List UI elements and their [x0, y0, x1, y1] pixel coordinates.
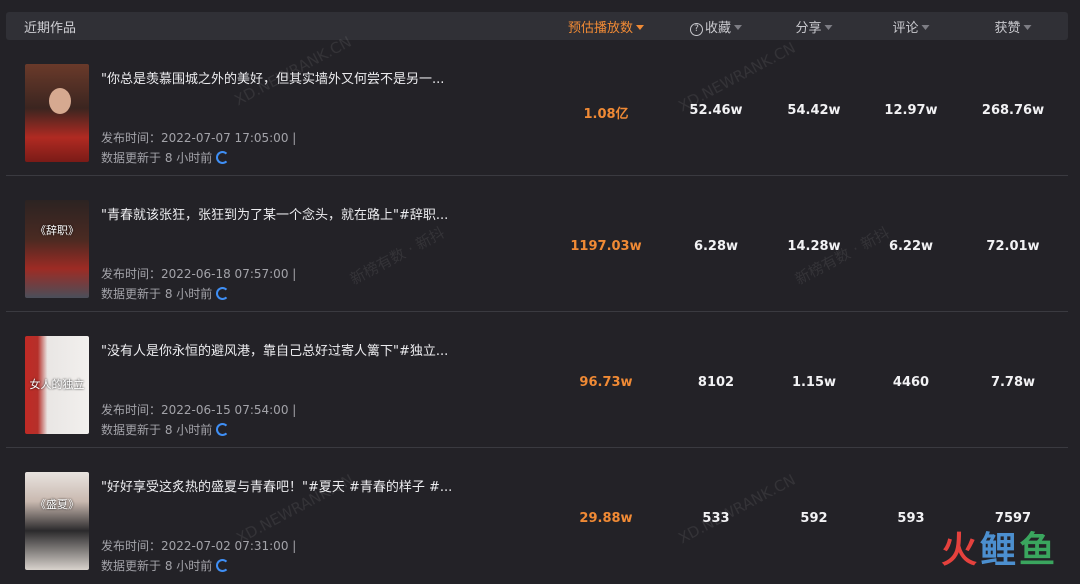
row-divider: [6, 447, 1068, 448]
caret-down-icon: [636, 25, 645, 30]
shares-value: 54.42w: [787, 103, 841, 118]
caret-down-icon: [734, 25, 743, 30]
table-row[interactable]: "你总是羡慕围城之外的美好，但其实墙外又何尝不是另一... 发布时间：2022-…: [6, 42, 1068, 176]
likes-value: 72.01w: [986, 239, 1040, 254]
update-status: 数据更新于 8 小时前: [101, 149, 230, 166]
update-status: 数据更新于 8 小时前: [101, 557, 230, 574]
plays-value: 1197.03w: [570, 239, 642, 254]
shares-value: 1.15w: [791, 375, 837, 390]
refresh-icon[interactable]: [216, 559, 230, 572]
refresh-icon[interactable]: [216, 287, 230, 300]
comments-value: 4460: [892, 375, 930, 390]
thumbnail-text: 《辞职》: [35, 224, 79, 237]
caret-down-icon: [824, 25, 833, 30]
plays-value: 1.08亿: [583, 107, 629, 122]
video-caption[interactable]: "青春就该张狂，张狂到为了某一个念头，就在路上"#辞职...: [101, 204, 448, 223]
video-thumbnail[interactable]: [25, 64, 89, 162]
refresh-icon[interactable]: [216, 423, 230, 436]
likes-value: 268.76w: [981, 103, 1045, 118]
publish-time: 发布时间：2022-06-18 07:57:00 |: [101, 267, 297, 281]
publish-time: 发布时间：2022-07-02 07:31:00 |: [101, 539, 297, 553]
table-row[interactable]: 女人的独立 "没有人是你永恒的避风港，靠自己总好过寄人篱下"#独立... 发布时…: [6, 314, 1068, 448]
likes-value: 7.78w: [990, 375, 1036, 390]
table-header: 近期作品 预估播放数 ? 收藏 分享 评论 获赞: [6, 12, 1068, 40]
comments-value: 6.22w: [888, 239, 934, 254]
shares-value: 592: [800, 511, 828, 526]
video-thumbnail[interactable]: 女人的独立: [25, 336, 89, 434]
sort-favorites-button[interactable]: ? 收藏: [689, 17, 743, 36]
thumbnail-text: 《盛夏》: [35, 498, 79, 511]
comments-value: 593: [897, 511, 925, 526]
thumbnail-face: [49, 88, 71, 114]
publish-time: 发布时间：2022-06-15 07:54:00 |: [101, 403, 297, 417]
sort-plays-button[interactable]: 预估播放数: [568, 17, 645, 36]
brand-logo: 火鲤鱼: [940, 530, 1058, 571]
video-thumbnail[interactable]: 《盛夏》: [25, 472, 89, 570]
row-divider: [6, 311, 1068, 312]
sort-shares-button[interactable]: 分享: [795, 17, 833, 36]
plays-value: 96.73w: [579, 375, 633, 390]
table-row[interactable]: 《辞职》 "青春就该张狂，张狂到为了某一个念头，就在路上"#辞职... 发布时间…: [6, 178, 1068, 312]
video-thumbnail[interactable]: 《辞职》: [25, 200, 89, 298]
video-caption[interactable]: "好好享受这炙热的盛夏与青春吧！"#夏天 #青春的样子 #...: [101, 476, 452, 495]
caret-down-icon: [921, 25, 930, 30]
refresh-icon[interactable]: [216, 151, 230, 164]
section-title: 近期作品: [24, 21, 77, 36]
caret-down-icon: [1023, 25, 1032, 30]
thumbnail-text: 女人的独立: [29, 378, 85, 391]
sort-likes-button[interactable]: 获赞: [994, 17, 1032, 36]
help-icon[interactable]: ?: [689, 23, 703, 36]
update-status: 数据更新于 8 小时前: [101, 421, 230, 438]
row-divider: [6, 175, 1068, 176]
sort-comments-button[interactable]: 评论: [892, 17, 930, 36]
favorites-value: 6.28w: [693, 239, 739, 254]
comments-value: 12.97w: [884, 103, 938, 118]
table-row[interactable]: 《盛夏》 "好好享受这炙热的盛夏与青春吧！"#夏天 #青春的样子 #... 发布…: [6, 450, 1068, 584]
favorites-value: 8102: [697, 375, 735, 390]
plays-value: 29.88w: [579, 511, 633, 526]
update-status: 数据更新于 8 小时前: [101, 285, 230, 302]
video-caption[interactable]: "没有人是你永恒的避风港，靠自己总好过寄人篱下"#独立...: [101, 340, 448, 359]
publish-time: 发布时间：2022-07-07 17:05:00 |: [101, 131, 297, 145]
